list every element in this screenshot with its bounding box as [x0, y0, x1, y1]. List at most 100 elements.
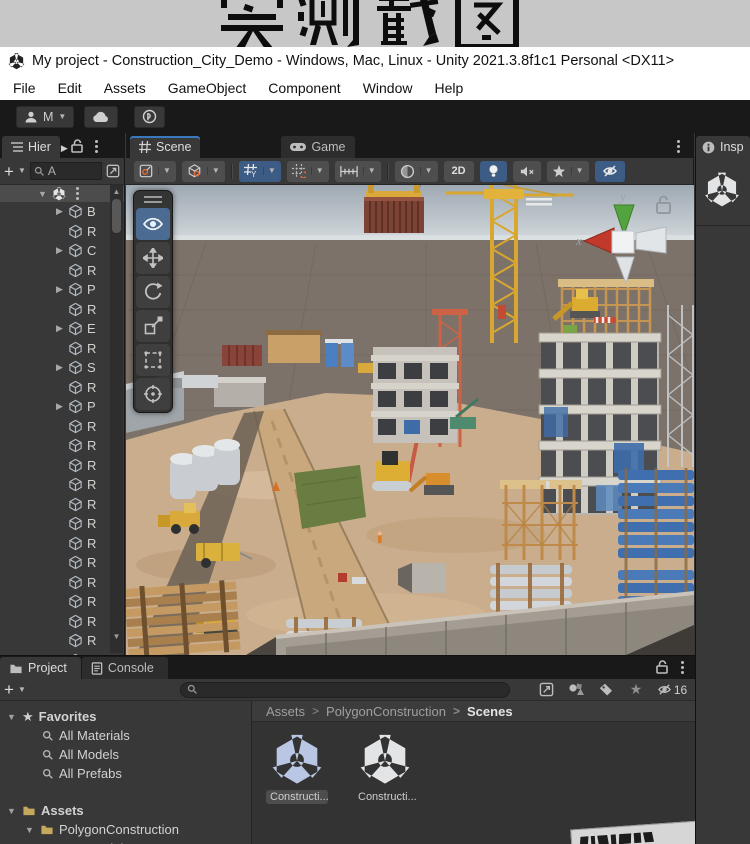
hierarchy-item[interactable]: ▶ R: [0, 300, 124, 320]
favorites-item[interactable]: All Models: [0, 745, 251, 764]
search-by-type-icon[interactable]: [563, 681, 589, 699]
add-caret-icon[interactable]: ▼: [18, 167, 26, 175]
hierarchy-scrollbar[interactable]: ▲ ▼: [110, 185, 123, 653]
menu-item[interactable]: GameObject: [157, 77, 258, 99]
rotate-tool-button[interactable]: [136, 276, 170, 308]
hierarchy-search-input[interactable]: A: [29, 162, 102, 180]
collapse-arrow-icon[interactable]: ▼: [6, 712, 17, 722]
hierarchy-item[interactable]: ▶ R: [0, 436, 124, 456]
grid-snapping-button[interactable]: Y ▼: [238, 160, 281, 182]
overlay-drag-handle[interactable]: [144, 196, 162, 203]
expand-arrow-icon[interactable]: ▶: [56, 206, 64, 217]
scene-visibility-button[interactable]: [594, 160, 625, 182]
breadcrumb-item[interactable]: PolygonConstruction: [305, 704, 446, 719]
menu-item[interactable]: Help: [423, 77, 474, 99]
project-add-button[interactable]: +: [4, 681, 14, 698]
hierarchy-item[interactable]: ▶ R: [0, 612, 124, 632]
tab-inspector[interactable]: Insp: [696, 136, 750, 158]
hierarchy-menu-kebab[interactable]: [84, 137, 110, 155]
view-tool-button[interactable]: [136, 208, 170, 240]
search-by-label-icon[interactable]: [593, 681, 619, 699]
tab-scene[interactable]: Scene: [130, 136, 201, 158]
caret-down-icon[interactable]: ▼: [419, 167, 433, 175]
hierarchy-item[interactable]: ▶ R: [0, 378, 124, 398]
hierarchy-item[interactable]: ▶ R: [0, 495, 124, 515]
caret-down-icon[interactable]: ▼: [570, 167, 584, 175]
hierarchy-item[interactable]: ▶ R: [0, 592, 124, 612]
assets-folder[interactable]: ▼ PolygonConstruction: [0, 820, 251, 839]
expand-arrow-icon[interactable]: ▶: [56, 323, 64, 334]
hierarchy-item[interactable]: ▶ R: [0, 222, 124, 242]
hierarchy-item[interactable]: ▶ R: [0, 456, 124, 476]
favorites-item[interactable]: All Prefabs: [0, 764, 251, 783]
hierarchy-item[interactable]: ▶ R: [0, 631, 124, 651]
favorites-item[interactable]: All Materials: [0, 726, 251, 745]
menu-item[interactable]: Assets: [93, 77, 157, 99]
collapse-arrow-icon[interactable]: ▼: [6, 806, 17, 816]
add-button[interactable]: +: [4, 163, 14, 180]
expand-arrow-icon[interactable]: ▶: [56, 284, 64, 295]
scene-row-kebab[interactable]: [71, 185, 85, 203]
scroll-up-icon[interactable]: ▲: [110, 187, 123, 196]
menu-item[interactable]: Edit: [47, 77, 93, 99]
focus-search-icon[interactable]: [533, 681, 559, 699]
scale-tool-button[interactable]: [136, 310, 170, 342]
breadcrumb-item[interactable]: Scenes: [446, 704, 513, 719]
cloud-button[interactable]: [84, 105, 119, 128]
collapse-arrow-icon[interactable]: ▼: [38, 189, 47, 199]
expand-arrow-icon[interactable]: ▶: [56, 362, 64, 373]
increment-snap-button[interactable]: ▼: [286, 160, 329, 182]
hierarchy-item[interactable]: ▶ B: [0, 202, 124, 222]
assets-root[interactable]: ▼ Assets: [0, 801, 251, 820]
caret-down-icon[interactable]: ▼: [158, 167, 171, 175]
tab-game[interactable]: Game: [281, 136, 355, 158]
caret-down-icon[interactable]: ▼: [206, 167, 220, 175]
asset-item[interactable]: Constructi...: [354, 734, 416, 804]
2d-toggle-button[interactable]: 2D: [443, 160, 474, 182]
hierarchy-item[interactable]: ▶ R: [0, 573, 124, 593]
project-search-input[interactable]: [179, 681, 510, 698]
expand-arrow-icon[interactable]: ▶: [56, 401, 64, 412]
scene-viewport[interactable]: y x: [126, 185, 694, 655]
caret-down-icon[interactable]: ▼: [362, 167, 376, 175]
project-add-caret-icon[interactable]: ▼: [18, 685, 26, 694]
hierarchy-item[interactable]: ▶ R: [0, 534, 124, 554]
audio-mute-button[interactable]: [512, 160, 541, 182]
menu-item[interactable]: Window: [352, 77, 424, 99]
hierarchy-item[interactable]: ▶ P: [0, 397, 124, 417]
asset-item[interactable]: Constructi...: [266, 734, 328, 804]
scene-tab-kebab[interactable]: [665, 137, 691, 155]
tab-overflow-icon[interactable]: ▶: [61, 143, 68, 154]
tab-hierarchy[interactable]: Hier: [2, 136, 60, 158]
expand-arrow-icon[interactable]: ▶: [56, 245, 64, 256]
focus-window-icon[interactable]: [106, 164, 120, 178]
measure-tool-button[interactable]: ▼: [334, 160, 381, 182]
hierarchy-item[interactable]: ▶ R: [0, 553, 124, 573]
hierarchy-item[interactable]: ▶ E: [0, 319, 124, 339]
project-lock-icon[interactable]: [655, 660, 669, 675]
effects-button[interactable]: ▼: [546, 160, 589, 182]
transform-tool-button[interactable]: [136, 378, 170, 410]
hierarchy-item[interactable]: ▶ R: [0, 261, 124, 281]
project-menu-kebab[interactable]: [669, 658, 695, 676]
caret-down-icon[interactable]: ▼: [310, 167, 324, 175]
menu-item[interactable]: File: [2, 77, 47, 99]
hierarchy-item[interactable]: ▶ P: [0, 280, 124, 300]
tab-console[interactable]: Console: [81, 657, 168, 679]
favorites-star-icon[interactable]: ★: [623, 681, 649, 699]
hierarchy-item[interactable]: ▶ R: [0, 475, 124, 495]
menu-item[interactable]: Component: [257, 77, 351, 99]
shading-mode-button[interactable]: ▼: [394, 160, 438, 182]
hierarchy-item[interactable]: ▶ R: [0, 514, 124, 534]
hierarchy-scene-row[interactable]: ▼: [0, 185, 124, 202]
lighting-toggle-button[interactable]: [479, 160, 507, 182]
scrollbar-thumb[interactable]: [112, 199, 121, 233]
hierarchy-item[interactable]: ▶ R: [0, 417, 124, 437]
hierarchy-item[interactable]: ▶ C: [0, 241, 124, 261]
hidden-count-toggle[interactable]: 16: [653, 681, 691, 699]
rect-tool-button[interactable]: [136, 344, 170, 376]
tab-project[interactable]: Project: [0, 657, 81, 679]
hierarchy-item[interactable]: ▶ R: [0, 339, 124, 359]
hierarchy-item[interactable]: ▶ S: [0, 358, 124, 378]
tool-handle-position-button[interactable]: ▼: [134, 160, 176, 182]
